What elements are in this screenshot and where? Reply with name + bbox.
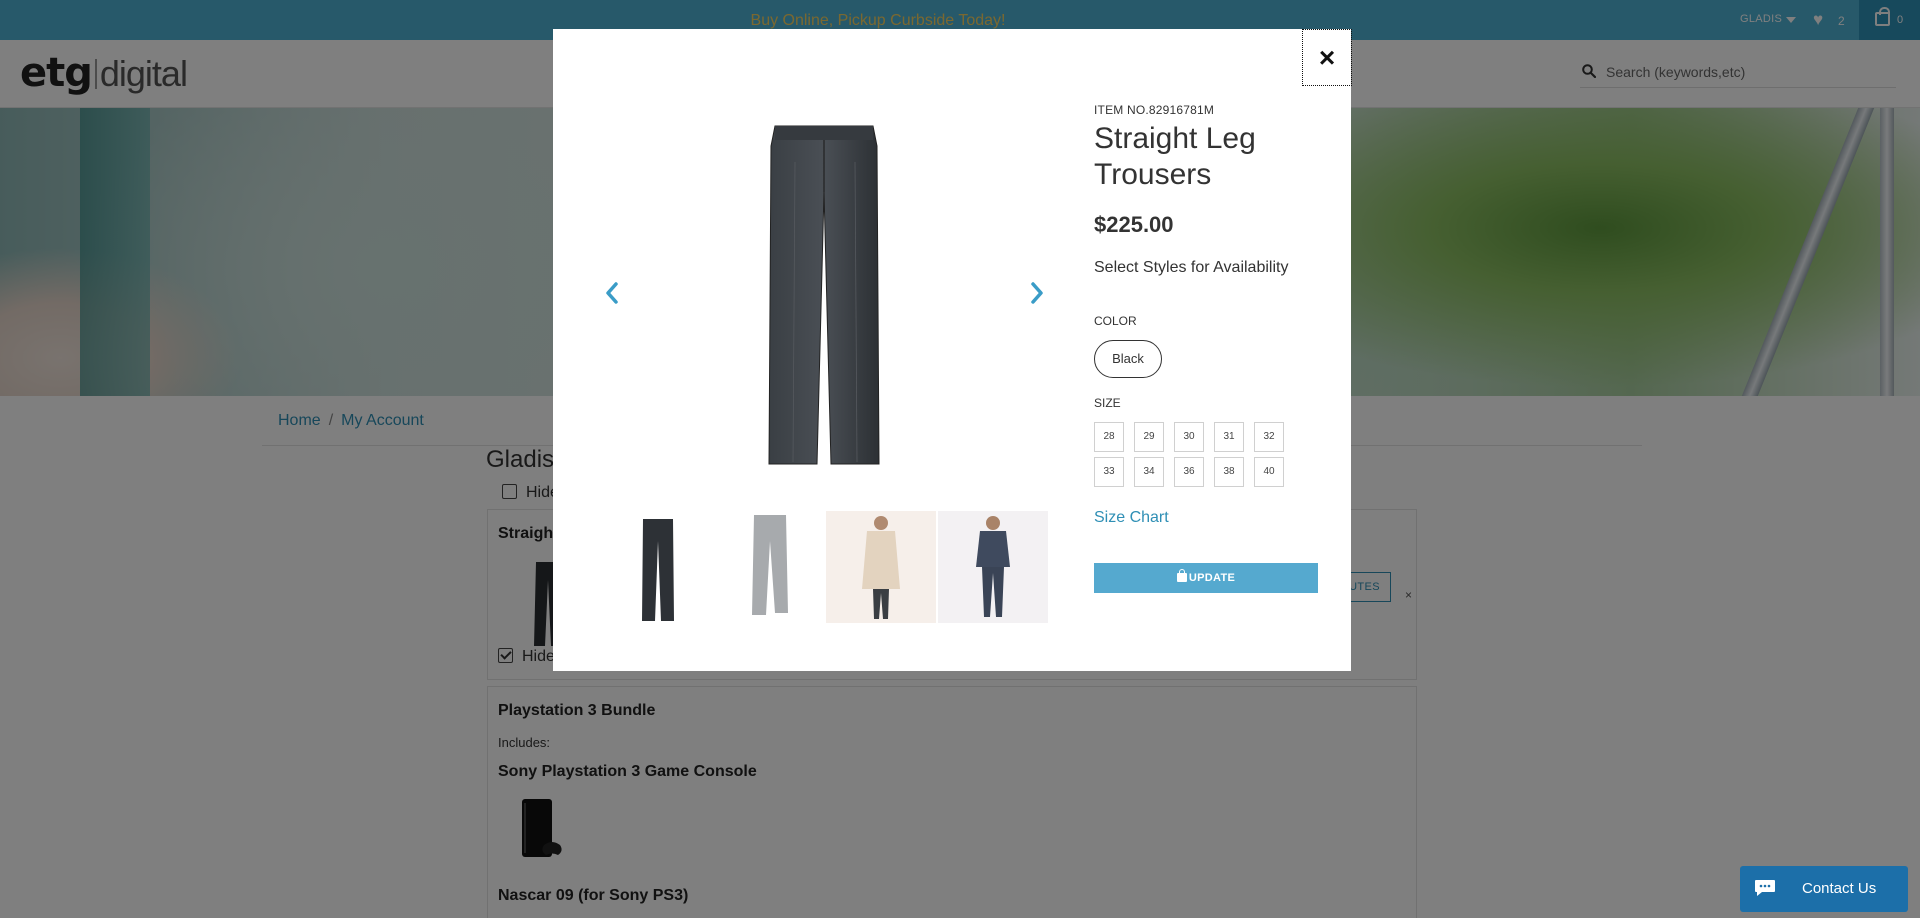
update-button[interactable]: UPDATE bbox=[1094, 563, 1318, 593]
size-option[interactable]: 38 bbox=[1214, 457, 1244, 487]
thumbnail[interactable] bbox=[716, 511, 826, 623]
shopping-bag-icon bbox=[1176, 569, 1187, 582]
size-option[interactable]: 33 bbox=[1094, 457, 1124, 487]
size-chart-link[interactable]: Size Chart bbox=[1094, 509, 1169, 527]
size-option[interactable]: 28 bbox=[1094, 422, 1124, 452]
thumbnail[interactable] bbox=[603, 511, 713, 623]
size-option[interactable]: 34 bbox=[1134, 457, 1164, 487]
size-option[interactable]: 29 bbox=[1134, 422, 1164, 452]
close-button[interactable]: × bbox=[1302, 29, 1352, 86]
thumbnail[interactable] bbox=[938, 511, 1048, 623]
size-option[interactable]: 31 bbox=[1214, 422, 1244, 452]
model-suit-thumbnail bbox=[976, 516, 1010, 617]
grey-trousers-thumbnail bbox=[752, 515, 788, 615]
size-option[interactable]: 32 bbox=[1254, 422, 1284, 452]
chat-bubble-icon bbox=[1755, 880, 1775, 896]
thumbnail[interactable] bbox=[826, 511, 936, 623]
contact-us-label: Contact Us bbox=[1802, 880, 1877, 897]
contact-us-button[interactable]: Contact Us bbox=[1740, 866, 1908, 912]
product-price: $225.00 bbox=[1094, 212, 1174, 237]
color-label: COLOR bbox=[1094, 314, 1137, 328]
availability-text: Select Styles for Availability bbox=[1094, 259, 1289, 276]
chevron-left-icon[interactable] bbox=[601, 278, 623, 308]
item-number: ITEM NO.82916781M bbox=[1094, 103, 1215, 117]
thumbnail-strip bbox=[603, 511, 1053, 623]
size-option[interactable]: 30 bbox=[1174, 422, 1204, 452]
product-title: Straight Leg Trousers bbox=[1094, 122, 1256, 191]
quick-view-modal: × ITEM NO.82916781M Straight Leg Trouser… bbox=[553, 29, 1352, 671]
chevron-right-icon[interactable] bbox=[1026, 278, 1048, 308]
size-option[interactable]: 36 bbox=[1174, 457, 1204, 487]
product-main-image bbox=[768, 125, 880, 465]
size-label: SIZE bbox=[1094, 396, 1121, 410]
color-option-black[interactable]: Black bbox=[1094, 340, 1162, 378]
update-label: UPDATE bbox=[1188, 572, 1236, 584]
model-coat-thumbnail bbox=[862, 516, 900, 619]
size-option[interactable]: 40 bbox=[1254, 457, 1284, 487]
dark-trousers-thumbnail bbox=[642, 519, 674, 621]
